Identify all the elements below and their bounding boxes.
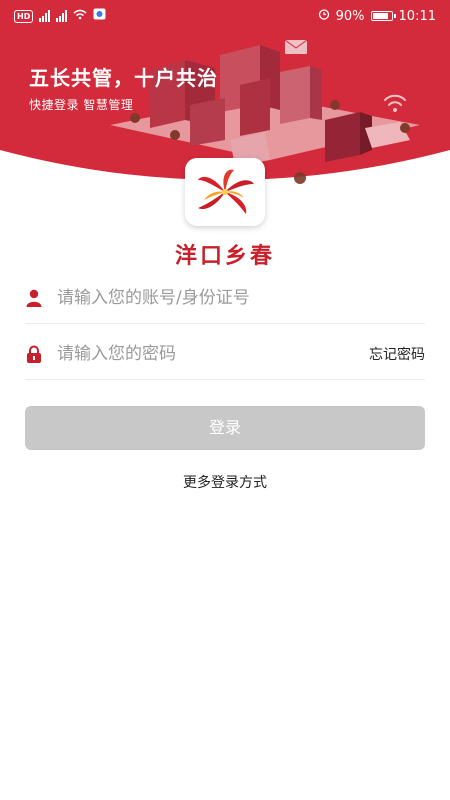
app-logo [185, 158, 265, 226]
hero-subtitle: 快捷登录 智慧管理 [29, 98, 134, 112]
more-login-options-link[interactable]: 更多登录方式 [0, 472, 450, 492]
signal-icon [56, 10, 68, 22]
hd-icon: HD [14, 9, 34, 23]
lock-icon [25, 344, 43, 364]
status-bar: HD 90% 10:11 [0, 0, 450, 32]
brand-name: 洋口乡春 [174, 243, 275, 269]
forgot-password-link[interactable]: 忘记密码 [369, 344, 425, 364]
alarm-icon [318, 8, 330, 24]
login-button[interactable]: 登录 [25, 406, 425, 450]
signal-icon [39, 10, 51, 22]
password-field[interactable]: 忘记密码 [25, 328, 425, 380]
flower-logo-icon [198, 169, 254, 214]
user-icon [25, 288, 43, 308]
battery-percent: 90% [335, 8, 365, 24]
wifi-icon [73, 9, 87, 24]
password-input[interactable] [55, 342, 369, 365]
hero-slogan: 五长共管，十户共治 [29, 66, 218, 90]
account-input[interactable] [55, 286, 425, 309]
account-field[interactable] [25, 272, 425, 324]
chat-app-icon [93, 8, 106, 24]
battery-icon [370, 11, 396, 21]
clock: 10:11 [398, 8, 436, 24]
